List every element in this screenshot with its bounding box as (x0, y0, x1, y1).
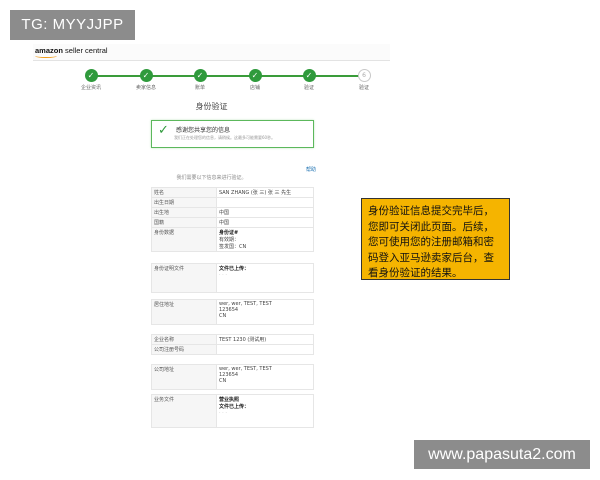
row-value: 文件已上传： · · · (216, 263, 314, 293)
step-label: 验证 (303, 85, 314, 91)
table-row: 身份证明文件 文件已上传： · · · (151, 263, 314, 293)
step-5: ✓ 验证 (279, 69, 339, 91)
row-value: 中国 (216, 207, 314, 218)
step-3: ✓ 账单 (170, 69, 230, 91)
step-number-icon: 6 (357, 69, 371, 82)
address-line: CN (219, 378, 227, 384)
row-key: 业务文件 (151, 394, 217, 428)
step-1: ✓ 企业资讯 (61, 69, 121, 91)
row-value (216, 197, 314, 208)
table-row: 业务文件 营业执照 文件已上传： · · · (151, 394, 314, 428)
table-row: 公司地址 wer, wer, TEST, TEST 123654 CN (151, 364, 314, 390)
check-icon: ✓ (248, 69, 262, 82)
check-icon: ✓ (84, 69, 98, 82)
row-key: 出生日期 (151, 197, 217, 208)
row-key: 身份数据 (151, 227, 217, 252)
step-label: 验证 (358, 85, 369, 91)
row-key: 公司注册号码 (151, 344, 217, 355)
table-row: 公司注册号码 (151, 344, 314, 355)
success-alert: ✓ 感谢您共享您的信息 我们正在处理您的信息，请稍候。这最多可能需要60秒。 (151, 120, 314, 148)
logo-sub: seller central (62, 46, 108, 55)
business-license-label: 营业执照 (219, 397, 240, 403)
row-value (216, 344, 314, 355)
business-table: 企业名称 TEST 1230 (测试用) 公司注册号码 (151, 334, 314, 355)
amazon-smile-icon (35, 54, 57, 58)
table-row: 出生地 中国 (151, 207, 314, 218)
id-expiry-label: 有效期： (219, 237, 240, 243)
check-icon: ✓ (139, 69, 153, 82)
company-address-table: 公司地址 wer, wer, TEST, TEST 123654 CN (151, 364, 314, 390)
row-key: 居住地址 (151, 299, 217, 325)
table-row: 姓名 SAN ZHANG (张 三) 张 三 先生 (151, 187, 314, 198)
callout-note: 身份验证信息提交完毕后，您即可关闭此页面。后续，您可使用您的注册邮箱和密码登入亚… (361, 198, 510, 280)
row-key: 公司地址 (151, 364, 217, 390)
row-key: 出生地 (151, 207, 217, 218)
id-number-label: 身份证# (219, 230, 239, 236)
step-label: 企业资讯 (80, 85, 101, 91)
intro-text: 我们需要以下信息来进行验证。 (176, 175, 247, 181)
seller-central-window: amazon seller central ✓ 企业资讯 ✓ 卖家信息 ✓ 账单… (33, 44, 390, 446)
help-link[interactable]: 帮助 (306, 166, 316, 173)
step-label: 账单 (194, 85, 205, 91)
business-document-table: 业务文件 营业执照 文件已上传： · · · (151, 394, 314, 428)
table-row: 国籍 中国 (151, 217, 314, 228)
row-key: 国籍 (151, 217, 217, 228)
file-uploaded-label: 文件已上传： (219, 266, 250, 272)
step-label: 店铺 (249, 85, 260, 91)
success-check-icon: ✓ (158, 123, 169, 138)
step-6: 6 验证 (334, 69, 394, 91)
success-subtitle: 我们正在处理您的信息，请稍候。这最多可能需要60秒。 (174, 135, 276, 140)
row-value: wer, wer, TEST, TEST 123654 CN (216, 364, 314, 390)
watermark: www.papasuta2.com (414, 440, 590, 469)
row-value: TEST 1230 (测试用) (216, 334, 314, 345)
row-value: 营业执照 文件已上传： · · · (216, 394, 314, 428)
table-row: 身份数据 身份证# 有效期： 签发国：CN (151, 227, 314, 252)
page-title: 身份验证 (195, 102, 228, 111)
file-thumbnail: · · · (219, 272, 227, 278)
check-icon: ✓ (302, 69, 316, 82)
id-country: 签发国：CN (219, 244, 247, 250)
table-row: 居住地址 wer, wer, TEST, TEST 123654 CN (151, 299, 314, 325)
step-label: 卖家信息 (135, 85, 156, 91)
row-value: SAN ZHANG (张 三) 张 三 先生 (216, 187, 314, 198)
step-4: ✓ 店铺 (225, 69, 285, 91)
row-key: 企业名称 (151, 334, 217, 345)
row-value: 中国 (216, 217, 314, 228)
file-thumbnail: · · · (219, 410, 227, 416)
row-key: 姓名 (151, 187, 217, 198)
step-2: ✓ 卖家信息 (116, 69, 176, 91)
file-uploaded-label: 文件已上传： (219, 404, 250, 410)
id-document-table: 身份证明文件 文件已上传： · · · (151, 263, 314, 293)
residential-address-table: 居住地址 wer, wer, TEST, TEST 123654 CN (151, 299, 314, 325)
row-value: wer, wer, TEST, TEST 123654 CN (216, 299, 314, 325)
identity-table: 姓名 SAN ZHANG (张 三) 张 三 先生 出生日期 出生地 中国 国籍… (151, 187, 314, 252)
seller-central-header: amazon seller central (33, 44, 390, 61)
row-value: 身份证# 有效期： 签发国：CN (216, 227, 314, 252)
tg-badge: TG: MYYJJPP (10, 10, 135, 40)
table-row: 出生日期 (151, 197, 314, 208)
table-row: 企业名称 TEST 1230 (测试用) (151, 334, 314, 345)
row-key: 身份证明文件 (151, 263, 217, 293)
check-icon: ✓ (193, 69, 207, 82)
success-title: 感谢您共享您的信息 (176, 127, 231, 134)
address-line: CN (219, 313, 227, 319)
